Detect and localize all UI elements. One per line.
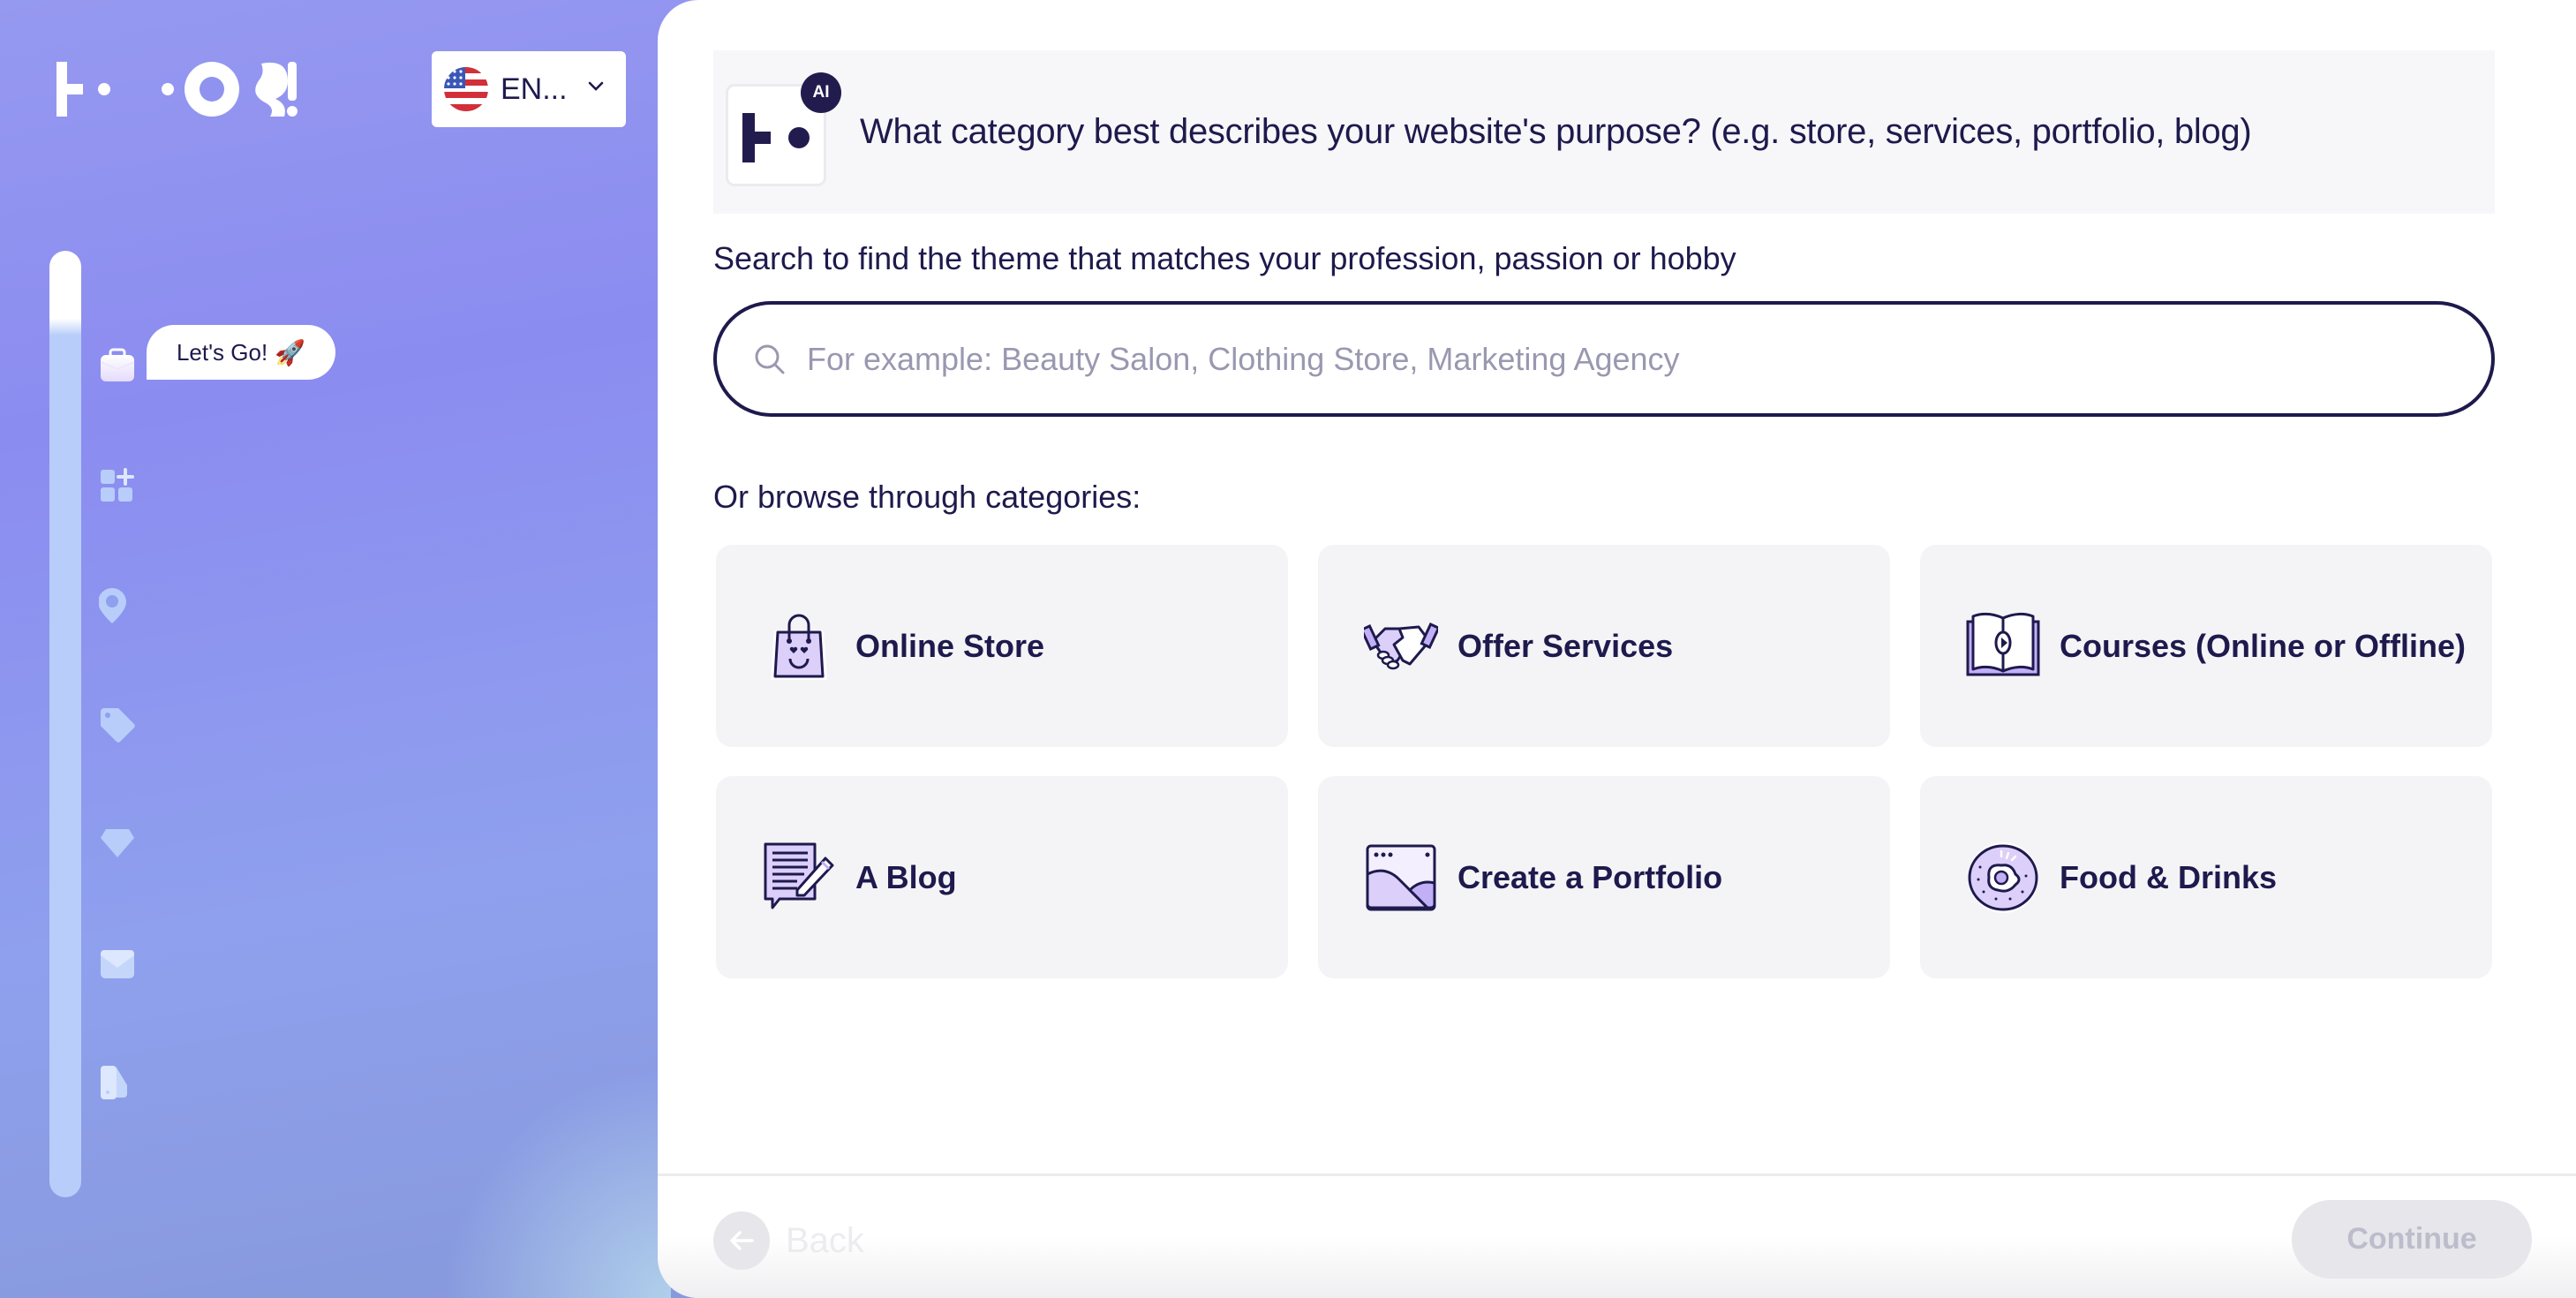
back-button[interactable]: Back <box>713 1211 864 1270</box>
handshake-icon <box>1364 622 1438 669</box>
lets-go-bubble: Let's Go! 🚀 <box>147 325 335 380</box>
palette-swatch-icon[interactable] <box>99 1064 136 1101</box>
category-courses[interactable]: Courses (Online or Offline) <box>1920 545 2492 747</box>
category-blog[interactable]: A Blog <box>716 776 1288 978</box>
diamond-icon[interactable] <box>99 826 136 863</box>
category-grid: Online Store Offer Services Courses (Onl… <box>716 545 2492 978</box>
category-food-drinks[interactable]: Food & Drinks <box>1920 776 2492 978</box>
ai-avatar: AI <box>726 72 841 186</box>
language-label: EN... <box>501 72 568 106</box>
add-widget-icon[interactable] <box>99 468 136 505</box>
progress-track <box>49 251 81 1197</box>
briefcase-icon[interactable] <box>99 346 136 383</box>
tag-icon[interactable] <box>99 706 136 743</box>
sidebar: EN... Let's Go! 🚀 <box>0 0 671 1298</box>
main-panel: AI What category best describes your web… <box>658 0 2576 1298</box>
search-input[interactable] <box>807 340 2467 378</box>
ai-question-card: AI What category best describes your web… <box>713 50 2495 214</box>
continue-button[interactable]: Continue <box>2292 1200 2532 1279</box>
search-label: Search to find the theme that matches yo… <box>713 240 1736 276</box>
blog-note-icon <box>764 842 834 909</box>
location-pin-icon[interactable] <box>99 587 136 624</box>
progress-fill <box>49 251 81 336</box>
category-label: Online Store <box>855 627 1045 664</box>
browse-label: Or browse through categories: <box>713 479 1141 515</box>
open-book-icon <box>1966 612 2040 675</box>
category-label: A Blog <box>855 858 957 895</box>
ai-badge: AI <box>801 72 841 113</box>
hocoos-logo[interactable] <box>56 60 330 118</box>
lets-go-label: Let's Go! <box>176 338 268 366</box>
us-flag-icon <box>444 67 488 111</box>
food-plate-icon <box>1968 841 2038 913</box>
shopping-bag-icon <box>771 614 827 680</box>
search-box[interactable] <box>713 301 2495 417</box>
rocket-icon: 🚀 <box>275 338 306 366</box>
category-label: Courses (Online or Offline) <box>2060 627 2467 664</box>
envelope-icon[interactable] <box>99 945 136 982</box>
portfolio-image-icon <box>1366 844 1436 910</box>
category-label: Create a Portfolio <box>1457 858 1723 895</box>
chevron-down-icon <box>588 81 604 91</box>
category-online-store[interactable]: Online Store <box>716 545 1288 747</box>
category-offer-services[interactable]: Offer Services <box>1318 545 1890 747</box>
footer-divider <box>658 1173 2576 1176</box>
footer-background <box>658 1236 2576 1298</box>
arrow-left-icon <box>713 1211 770 1270</box>
language-select[interactable]: EN... <box>432 51 626 127</box>
category-label: Offer Services <box>1457 627 1674 664</box>
category-portfolio[interactable]: Create a Portfolio <box>1318 776 1890 978</box>
back-label: Back <box>786 1220 864 1260</box>
category-label: Food & Drinks <box>2060 858 2278 895</box>
search-icon <box>755 344 785 374</box>
question-text: What category best describes your websit… <box>860 112 2252 151</box>
